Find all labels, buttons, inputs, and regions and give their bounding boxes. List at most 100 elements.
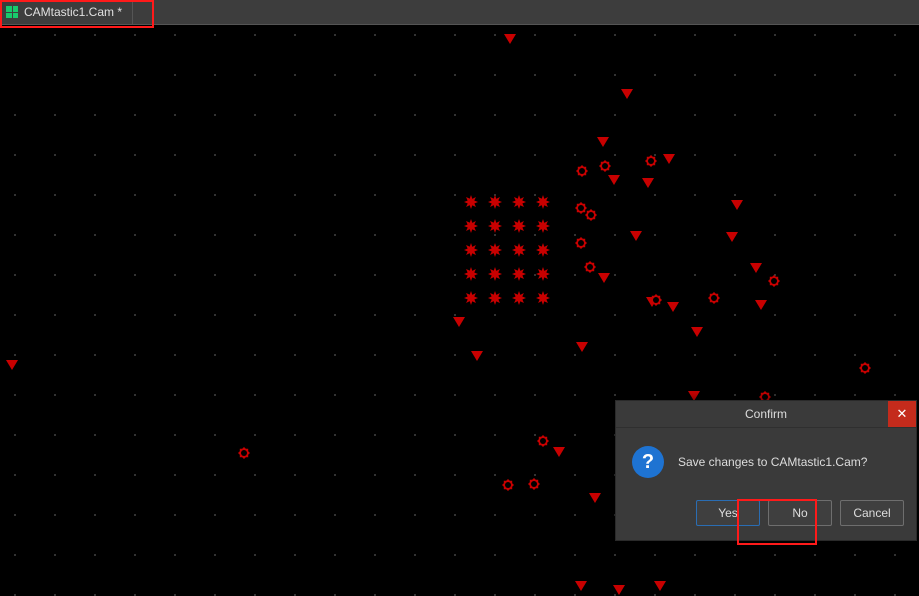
grid-dot: [94, 34, 96, 36]
triangle-marker: [731, 200, 743, 210]
grid-dot: [294, 154, 296, 156]
grid-dot: [454, 354, 456, 356]
grid-dot: [854, 554, 856, 556]
triangle-marker: [667, 302, 679, 312]
grid-dot: [894, 354, 896, 356]
grid-dot: [414, 154, 416, 156]
star-marker: [464, 219, 478, 233]
grid-dot: [294, 234, 296, 236]
dialog-button-row: Yes No Cancel: [616, 500, 916, 540]
grid-dot: [134, 394, 136, 396]
grid-dot: [614, 74, 616, 76]
grid-dot: [574, 114, 576, 116]
grid-dot: [54, 234, 56, 236]
star-marker: [536, 219, 550, 233]
grid-dot: [414, 74, 416, 76]
grid-dot: [694, 114, 696, 116]
grid-dot: [494, 34, 496, 36]
grid-dot: [54, 74, 56, 76]
grid-dot: [894, 34, 896, 36]
grid-dot: [294, 314, 296, 316]
grid-dot: [414, 394, 416, 396]
star-marker: [464, 195, 478, 209]
grid-dot: [14, 234, 16, 236]
grid-dot: [54, 274, 56, 276]
grid-dot: [454, 114, 456, 116]
grid-dot: [294, 354, 296, 356]
grid-dot: [374, 554, 376, 556]
grid-dot: [134, 354, 136, 356]
gear-marker: [584, 261, 596, 273]
grid-dot: [54, 194, 56, 196]
grid-dot: [334, 554, 336, 556]
grid-dot: [334, 114, 336, 116]
cancel-button[interactable]: Cancel: [840, 500, 904, 526]
grid-dot: [694, 74, 696, 76]
grid-dot: [774, 554, 776, 556]
grid-dot: [694, 234, 696, 236]
star-marker: [512, 219, 526, 233]
no-button[interactable]: No: [768, 500, 832, 526]
grid-dot: [574, 434, 576, 436]
grid-dot: [574, 194, 576, 196]
grid-dot: [94, 554, 96, 556]
grid-dot: [254, 474, 256, 476]
grid-dot: [814, 274, 816, 276]
grid-dot: [534, 234, 536, 236]
grid-dot: [854, 234, 856, 236]
grid-dot: [14, 114, 16, 116]
grid-dot: [254, 314, 256, 316]
grid-dot: [494, 434, 496, 436]
grid-dot: [614, 34, 616, 36]
grid-dot: [614, 114, 616, 116]
grid-dot: [174, 194, 176, 196]
grid-dot: [14, 394, 16, 396]
grid-dot: [214, 154, 216, 156]
document-tab[interactable]: CAMtastic1.Cam *: [0, 0, 133, 24]
grid-dot: [94, 234, 96, 236]
grid-dot: [14, 194, 16, 196]
grid-dot: [574, 274, 576, 276]
triangle-marker: [576, 342, 588, 352]
triangle-marker: [597, 137, 609, 147]
grid-dot: [774, 194, 776, 196]
grid-dot: [334, 234, 336, 236]
grid-dot: [654, 114, 656, 116]
grid-dot: [214, 34, 216, 36]
grid-dot: [494, 474, 496, 476]
grid-dot: [294, 274, 296, 276]
grid-dot: [854, 274, 856, 276]
grid-dot: [534, 354, 536, 356]
dialog-title-text: Confirm: [745, 407, 787, 421]
grid-dot: [214, 314, 216, 316]
grid-dot: [134, 114, 136, 116]
triangle-marker: [471, 351, 483, 361]
grid-dot: [174, 554, 176, 556]
grid-dot: [494, 354, 496, 356]
grid-dot: [94, 314, 96, 316]
grid-dot: [334, 274, 336, 276]
star-marker: [536, 267, 550, 281]
grid-dot: [854, 34, 856, 36]
star-marker: [488, 243, 502, 257]
grid-dot: [614, 354, 616, 356]
triangle-marker: [453, 317, 465, 327]
question-icon: ?: [632, 446, 664, 478]
grid-dot: [374, 354, 376, 356]
grid-dot: [54, 314, 56, 316]
dialog-titlebar[interactable]: Confirm ✕: [616, 401, 916, 428]
gear-marker: [599, 160, 611, 172]
grid-dot: [814, 114, 816, 116]
grid-dot: [574, 154, 576, 156]
grid-dot: [814, 74, 816, 76]
grid-dot: [894, 74, 896, 76]
yes-button[interactable]: Yes: [696, 500, 760, 526]
grid-dot: [414, 354, 416, 356]
dialog-close-button[interactable]: ✕: [888, 401, 916, 427]
grid-dot: [174, 434, 176, 436]
grid-dot: [254, 74, 256, 76]
grid-dot: [94, 154, 96, 156]
gear-marker: [645, 155, 657, 167]
triangle-marker: [553, 447, 565, 457]
triangle-marker: [575, 581, 587, 591]
